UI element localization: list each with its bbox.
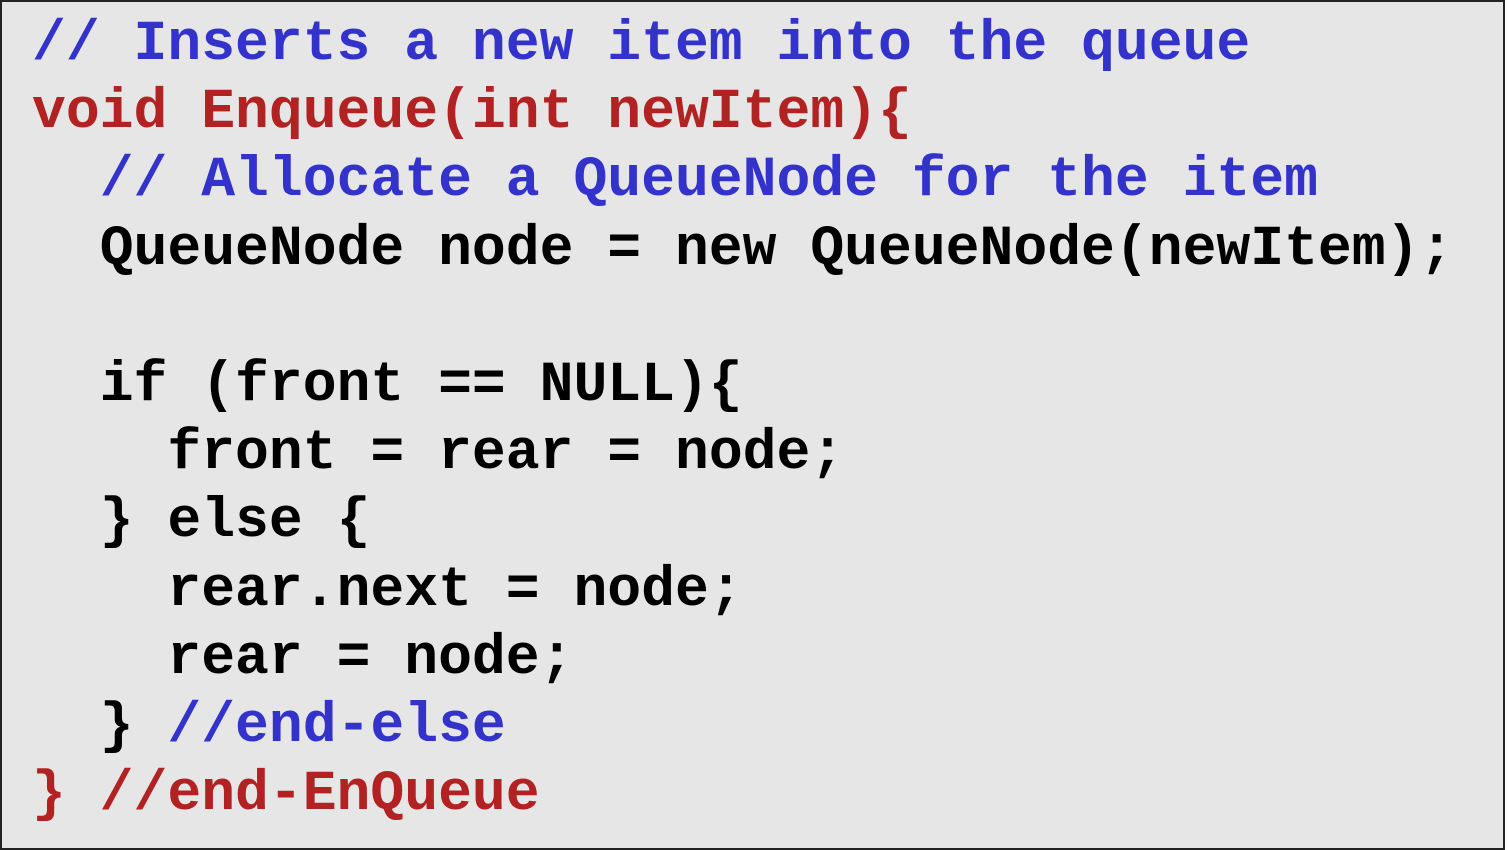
code-block: // Inserts a new item into the queue void… <box>32 10 1453 828</box>
closing-brace-comment: } //end-EnQueue <box>32 762 540 827</box>
code-line-7: front = rear = node; <box>32 419 1453 487</box>
code-line-6: if (front == NULL){ <box>32 351 1453 419</box>
code-line-12: } //end-EnQueue <box>32 760 1453 828</box>
code-line-10: rear = node; <box>32 624 1453 692</box>
statement-text: rear = node; <box>167 625 574 690</box>
code-line-5-blank <box>32 283 1453 351</box>
code-line-11: } //end-else <box>32 692 1453 760</box>
comment-text: //end-else <box>167 693 506 758</box>
code-line-9: rear.next = node; <box>32 556 1453 624</box>
statement-text: QueueNode node = new QueueNode(newItem); <box>99 216 1454 281</box>
statement-text: front = rear = node; <box>167 421 845 486</box>
code-line-2: void Enqueue(int newItem){ <box>32 78 1453 146</box>
closing-brace: } <box>99 693 168 758</box>
function-signature: void Enqueue(int newItem){ <box>32 80 912 145</box>
statement-text: rear.next = node; <box>167 557 743 622</box>
comment-text: // Allocate a QueueNode for the item <box>99 148 1318 213</box>
code-line-1: // Inserts a new item into the queue <box>32 10 1453 78</box>
code-line-4: QueueNode node = new QueueNode(newItem); <box>32 215 1454 283</box>
code-line-8: } else { <box>32 487 1453 555</box>
code-panel: // Inserts a new item into the queue void… <box>0 0 1505 850</box>
code-line-3: // Allocate a QueueNode for the item <box>32 146 1453 214</box>
statement-text: } else { <box>99 489 371 554</box>
statement-text: if (front == NULL){ <box>99 352 743 417</box>
comment-text: // Inserts a new item into the queue <box>32 12 1251 76</box>
